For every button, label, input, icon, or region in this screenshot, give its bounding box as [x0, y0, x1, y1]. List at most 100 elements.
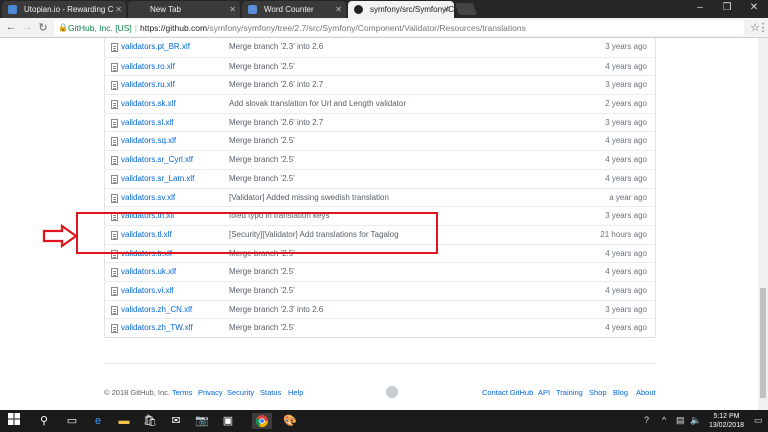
commit-message-link[interactable]: Merge branch '2.6' into 2.7	[229, 76, 323, 94]
commit-message-link[interactable]: Merge branch '2.3' into 2.6	[229, 301, 323, 319]
media-icon[interactable]: ▣	[220, 413, 236, 429]
tab-title: symfony/src/Symfony/C	[370, 5, 454, 14]
address-bar[interactable]: 🔒 GitHub, Inc. [US] | https://github.com/s…	[54, 20, 744, 36]
scrollbar-thumb[interactable]	[760, 288, 766, 398]
file-name-link[interactable]: validators.ro.xlf	[121, 58, 175, 76]
file-icon	[111, 156, 118, 166]
footer-link-shop[interactable]: Shop	[589, 388, 607, 397]
menu-icon[interactable]: ⋮	[756, 21, 768, 34]
file-icon	[111, 174, 118, 184]
tray-chevron-icon[interactable]: ^	[662, 415, 666, 425]
file-name-link[interactable]: validators.ru.xlf	[121, 76, 175, 94]
commit-message-link[interactable]: Merge branch '2.5'	[229, 263, 295, 281]
system-clock[interactable]: 5:12 PM 13/02/2018	[709, 412, 744, 430]
task-view-icon[interactable]: ▭	[64, 413, 80, 429]
volume-icon[interactable]: 🔈	[690, 415, 701, 426]
notifications-icon[interactable]: ▭	[754, 415, 763, 426]
close-window-icon[interactable]: ✕	[744, 2, 764, 13]
footer-link-terms[interactable]: Terms	[172, 388, 192, 397]
clock-date: 13/02/2018	[708, 422, 744, 429]
file-row: validators.ru.xlf Merge branch '2.6' into…	[105, 75, 655, 94]
file-name-link[interactable]: validators.sr_Latn.xlf	[121, 170, 194, 188]
footer-link-training[interactable]: Training	[556, 388, 583, 397]
windows-start-icon[interactable]	[6, 413, 22, 429]
search-icon[interactable]: ⚲	[36, 413, 52, 429]
camera-icon[interactable]: 📷	[194, 413, 210, 429]
page-content: validators.pt_BR.xlf Merge branch '2.3' i…	[0, 38, 768, 410]
close-icon[interactable]: ✕	[335, 1, 342, 18]
commit-message-link[interactable]: Merge branch '2.6' into 2.7	[229, 114, 323, 132]
tab-new-tab[interactable]: New Tab ✕	[128, 1, 240, 18]
commit-message-link[interactable]: Merge branch '2.5'	[229, 319, 295, 337]
close-icon[interactable]: ✕	[443, 1, 450, 18]
file-name-link[interactable]: validators.sk.xlf	[121, 95, 176, 113]
commit-message-link[interactable]: [Validator] Added missing swedish transl…	[229, 189, 389, 207]
commit-age: 2 years ago	[605, 99, 647, 109]
chrome-icon[interactable]	[252, 413, 272, 429]
maximize-icon[interactable]: ❐	[717, 2, 737, 13]
new-tab-button[interactable]	[454, 3, 478, 15]
file-icon	[111, 305, 118, 315]
forward-icon[interactable]: →	[20, 21, 34, 33]
copyright: © 2018 GitHub, Inc.	[104, 388, 170, 397]
file-name-link[interactable]: validators.sv.xlf	[121, 189, 175, 207]
file-name-link[interactable]: validators.sr_Cyrl.xlf	[121, 151, 193, 169]
commit-message-link[interactable]: Merge branch '2.5'	[229, 170, 295, 188]
file-name-link[interactable]: validators.zh_CN.xlf	[121, 301, 192, 319]
file-row: validators.ro.xlf Merge branch '2.5' 4 yea…	[105, 56, 655, 76]
file-name-link[interactable]: validators.vi.xlf	[121, 282, 173, 300]
close-icon[interactable]: ✕	[229, 1, 236, 18]
commit-message-link[interactable]: Merge branch '2.5'	[229, 132, 295, 150]
help-icon[interactable]: ?	[644, 415, 649, 425]
commit-age: 3 years ago	[605, 304, 647, 314]
footer-link-api[interactable]: API	[538, 388, 550, 397]
file-row: validators.sv.xlf [Validator] Added missi…	[105, 187, 655, 207]
site-identity: GitHub, Inc. [US]	[68, 23, 132, 33]
commit-message-link[interactable]: Merge branch '2.5'	[229, 282, 295, 300]
footer-link-contact[interactable]: Contact GitHub	[482, 388, 533, 397]
scrollbar[interactable]	[758, 38, 768, 410]
mail-icon[interactable]: ✉	[168, 413, 184, 429]
file-explorer-icon[interactable]: ▬	[116, 413, 132, 429]
file-name-link[interactable]: validators.sq.xlf	[121, 132, 176, 150]
commit-message-link[interactable]: Merge branch '2.5'	[229, 151, 295, 169]
commit-message-link[interactable]: Merge branch '2.3' into 2.6	[229, 38, 323, 56]
clock-time: 5:12 PM	[713, 413, 740, 420]
file-name-link[interactable]: validators.pt_BR.xlf	[121, 38, 190, 56]
commit-age: 4 years ago	[605, 155, 647, 165]
network-icon[interactable]: ▤	[676, 415, 685, 426]
close-icon[interactable]: ✕	[115, 1, 122, 18]
footer-link-status[interactable]: Status	[260, 388, 281, 397]
commit-message-link[interactable]: Add slovak translation for Url and Lengt…	[229, 95, 406, 113]
tab-utopian[interactable]: Utopian.io - Rewarding C ✕	[2, 1, 126, 18]
commit-message-link[interactable]: Merge branch '2.5'	[229, 58, 295, 76]
commit-age: 4 years ago	[605, 267, 647, 277]
file-icon	[111, 43, 118, 52]
back-icon[interactable]: ←	[4, 21, 18, 33]
url-host: https://github.com	[140, 23, 208, 33]
store-icon[interactable]: 🛍	[142, 413, 158, 429]
footer-link-blog[interactable]: Blog	[613, 388, 628, 397]
file-icon	[111, 193, 118, 203]
file-row: validators.sq.xlf Merge branch '2.5' 4 yea…	[105, 131, 655, 150]
commit-age: 3 years ago	[605, 80, 647, 90]
highlight-box	[76, 212, 438, 254]
browser-chrome: Utopian.io - Rewarding C ✕ New Tab ✕ Wor…	[0, 0, 768, 38]
file-name-link[interactable]: validators.zh_TW.xlf	[121, 319, 193, 337]
footer-link-privacy[interactable]: Privacy	[198, 388, 223, 397]
tab-word-counter[interactable]: Word Counter ✕	[242, 1, 346, 18]
file-name-link[interactable]: validators.uk.xlf	[121, 263, 176, 281]
minimize-icon[interactable]: –	[690, 2, 710, 13]
url-path: /symfony/symfony/tree/2.7/src/Symfony/Co…	[207, 23, 526, 33]
file-icon	[111, 137, 118, 147]
paint-icon[interactable]: 🎨	[282, 413, 298, 429]
file-row: validators.vi.xlf Merge branch '2.5' 4 yea…	[105, 280, 655, 300]
footer-link-security[interactable]: Security	[227, 388, 254, 397]
github-logo-icon[interactable]	[386, 386, 398, 398]
file-name-link[interactable]: validators.sl.xlf	[121, 114, 173, 132]
tab-github[interactable]: symfony/src/Symfony/C ✕	[348, 1, 454, 18]
footer-link-about[interactable]: About	[636, 388, 656, 397]
reload-icon[interactable]: ↻	[36, 21, 50, 34]
footer-link-help[interactable]: Help	[288, 388, 303, 397]
edge-icon[interactable]: e	[90, 413, 106, 429]
